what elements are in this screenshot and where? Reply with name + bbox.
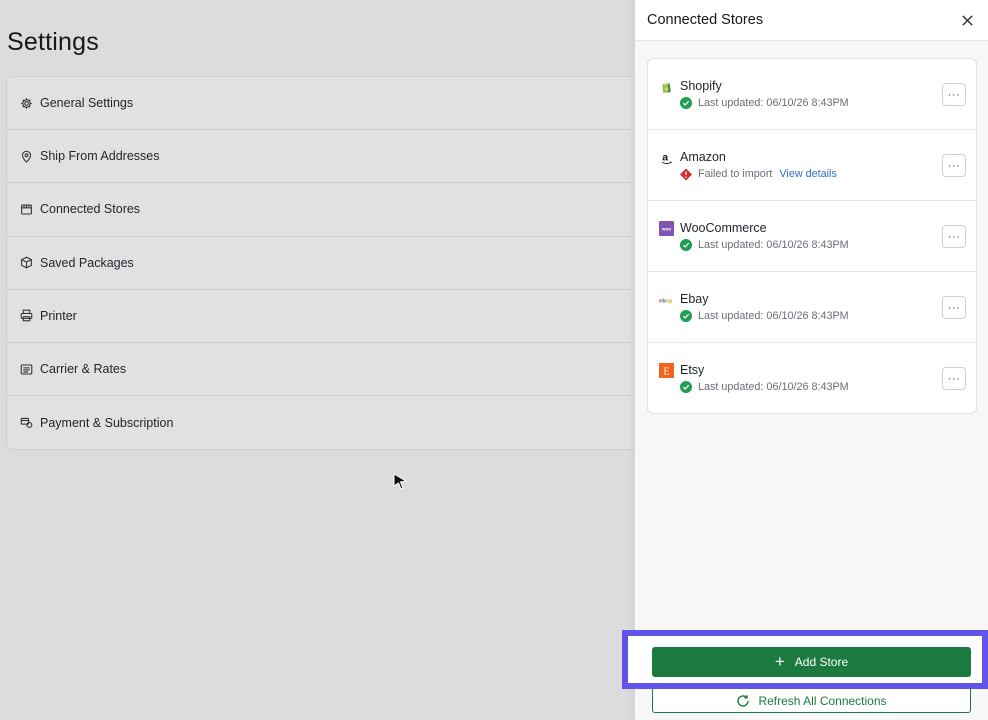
settings-item-label: Carrier & Rates	[40, 362, 127, 377]
refresh-icon	[736, 694, 750, 708]
settings-item-label: Saved Packages	[40, 255, 134, 270]
store-more-button[interactable]: ···	[942, 83, 966, 106]
status-text: Last updated: 06/10/26 8:43PM	[698, 239, 849, 251]
store-list: S Shopify Last updated: 06/10/26 8:43PM …	[647, 58, 977, 414]
status-text: Last updated: 06/10/26 8:43PM	[698, 310, 849, 322]
gear-icon	[19, 96, 33, 110]
page-title: Settings	[7, 28, 99, 56]
list-item: a Amazon Failed to import View details ·…	[648, 130, 976, 201]
shopify-logo-icon: S	[659, 79, 674, 94]
close-button[interactable]	[958, 11, 976, 29]
settings-item-label: Printer	[40, 308, 77, 323]
ebay-logo-icon: ebay	[659, 292, 674, 307]
settings-item-general[interactable]: General Settings	[7, 77, 645, 131]
etsy-logo-icon: E	[659, 363, 674, 378]
svg-text:woo: woo	[661, 226, 671, 231]
store-more-button[interactable]: ···	[942, 225, 966, 248]
store-more-button[interactable]: ···	[942, 296, 966, 319]
store-status: Failed to import View details	[680, 168, 837, 180]
check-circle-icon	[680, 97, 692, 109]
settings-item-connected-stores[interactable]: Connected Stores	[7, 183, 645, 237]
mouse-cursor-icon	[393, 473, 407, 490]
payment-icon	[19, 416, 33, 430]
settings-item-label: General Settings	[40, 96, 134, 111]
list-item: S Shopify Last updated: 06/10/26 8:43PM …	[648, 59, 976, 130]
status-text: Last updated: 06/10/26 8:43PM	[698, 97, 849, 109]
settings-item-label: Payment & Subscription	[40, 415, 174, 430]
map-pin-icon	[19, 149, 33, 163]
store-status: Last updated: 06/10/26 8:43PM	[680, 310, 849, 322]
check-circle-icon	[680, 381, 692, 393]
store-icon	[19, 202, 33, 216]
settings-menu: General Settings Ship From Addresses Con…	[6, 76, 646, 451]
view-details-link[interactable]: View details	[779, 168, 836, 180]
settings-item-saved-packages[interactable]: Saved Packages	[7, 237, 645, 290]
error-diamond-icon	[680, 168, 692, 180]
amazon-logo-icon: a	[659, 150, 674, 165]
list-item: ebay Ebay Last updated: 06/10/26 8:43PM …	[648, 272, 976, 343]
store-name: WooCommerce	[680, 221, 767, 235]
list-icon	[19, 362, 33, 376]
check-circle-icon	[680, 239, 692, 251]
check-circle-icon	[680, 310, 692, 322]
store-name: Ebay	[680, 292, 709, 306]
store-more-button[interactable]: ···	[942, 154, 966, 177]
add-store-label: Add Store	[794, 655, 849, 669]
woocommerce-logo-icon: woo	[659, 221, 674, 236]
settings-page: Settings General Settings Ship From Addr…	[0, 0, 646, 720]
list-item: E Etsy Last updated: 06/10/26 8:43PM ···	[648, 343, 976, 413]
add-store-button[interactable]: + Add Store	[652, 647, 971, 677]
store-status: Last updated: 06/10/26 8:43PM	[680, 381, 849, 393]
store-name: Amazon	[680, 150, 726, 164]
store-name: Etsy	[680, 363, 705, 377]
settings-item-label: Ship From Addresses	[40, 149, 160, 164]
refresh-label: Refresh All Connections	[758, 693, 887, 708]
settings-item-carrier-rates[interactable]: Carrier & Rates	[7, 343, 645, 397]
svg-text:a: a	[662, 151, 668, 163]
store-status: Last updated: 06/10/26 8:43PM	[680, 97, 849, 109]
settings-item-ship-from[interactable]: Ship From Addresses	[7, 130, 645, 184]
drawer-header: Connected Stores	[635, 0, 988, 41]
settings-item-payment[interactable]: Payment & Subscription	[7, 396, 645, 449]
drawer-title: Connected Stores	[647, 12, 764, 28]
status-text: Failed to import	[698, 168, 773, 180]
status-text: Last updated: 06/10/26 8:43PM	[698, 381, 849, 393]
settings-item-printer[interactable]: Printer	[7, 290, 645, 343]
list-item: woo WooCommerce Last updated: 06/10/26 8…	[648, 201, 976, 272]
store-name: Shopify	[680, 79, 722, 93]
svg-text:ebay: ebay	[659, 298, 673, 304]
store-more-button[interactable]: ···	[942, 367, 966, 390]
package-icon	[19, 256, 33, 270]
refresh-all-connections-button[interactable]: Refresh All Connections	[652, 689, 971, 713]
settings-item-label: Connected Stores	[40, 202, 141, 217]
store-status: Last updated: 06/10/26 8:43PM	[680, 239, 849, 251]
plus-icon: +	[774, 651, 785, 671]
svg-text:E: E	[663, 367, 669, 378]
printer-icon	[19, 309, 33, 323]
close-icon	[961, 14, 973, 26]
connected-stores-drawer: Connected Stores S Shopify Last updated:…	[634, 0, 988, 720]
